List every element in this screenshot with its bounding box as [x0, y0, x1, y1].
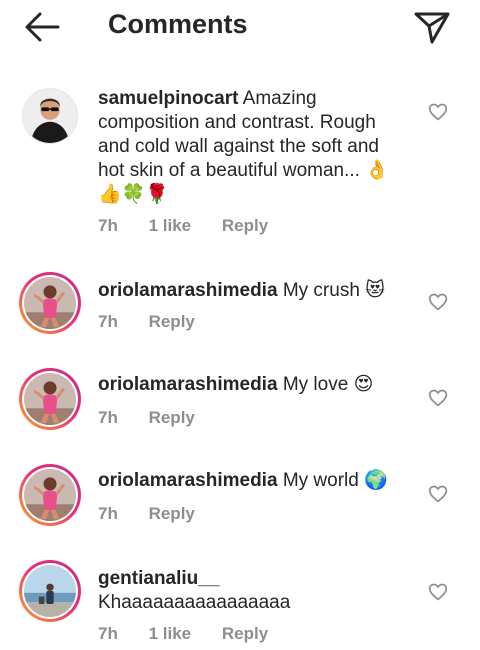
- avatar[interactable]: [22, 88, 78, 144]
- reply-button[interactable]: Reply: [149, 504, 195, 523]
- avatar-ring: [22, 467, 78, 523]
- comment-emoji: 🌍: [364, 470, 388, 491]
- comment-meta: 7h 1 like Reply: [98, 624, 294, 644]
- comment-text: samuelpinocart Amazing composition and c…: [98, 87, 398, 207]
- avatar[interactable]: [19, 464, 81, 526]
- comment-meta: 7h Reply: [98, 312, 221, 332]
- comment-time: 7h: [98, 312, 118, 331]
- comment-body: My world: [282, 470, 359, 491]
- comment-username[interactable]: samuelpinocart: [98, 88, 238, 109]
- avatar[interactable]: [19, 560, 81, 622]
- comment-body: My love: [282, 374, 349, 395]
- comment-text: oriolamarashimedia My love 😍: [98, 373, 398, 397]
- like-heart-icon[interactable]: [428, 388, 448, 408]
- comment-meta: 7h Reply: [98, 408, 221, 428]
- avatar-image: [24, 565, 76, 617]
- reply-button[interactable]: Reply: [149, 312, 195, 331]
- avatar-ring: [22, 275, 78, 331]
- comment-emoji: 😻: [365, 280, 385, 301]
- header-bar: Comments: [0, 0, 480, 56]
- comment-username[interactable]: gentianaliu__: [98, 568, 219, 589]
- avatar[interactable]: [19, 272, 81, 334]
- comment-meta: 7h 1 like Reply: [98, 216, 294, 236]
- comment-emoji: 😍: [353, 374, 374, 395]
- like-heart-icon[interactable]: [428, 582, 448, 602]
- comment-time: 7h: [98, 216, 118, 235]
- avatar-ring: [22, 563, 78, 619]
- avatar[interactable]: [19, 368, 81, 430]
- comment-likes[interactable]: 1 like: [149, 216, 192, 235]
- like-heart-icon[interactable]: [428, 102, 448, 122]
- reply-button[interactable]: Reply: [222, 624, 268, 643]
- avatar-ring: [22, 371, 78, 427]
- comment-username[interactable]: oriolamarashimedia: [98, 470, 278, 491]
- comment-time: 7h: [98, 408, 118, 427]
- comment-text: gentianaliu__ Khaaaaaaaaaaaaaaaa: [98, 567, 398, 615]
- comment-body: My crush: [282, 280, 360, 301]
- comment-body: Khaaaaaaaaaaaaaaaa: [98, 592, 291, 613]
- reply-button[interactable]: Reply: [222, 216, 268, 235]
- page-title: Comments: [108, 9, 248, 39]
- comment-username[interactable]: oriolamarashimedia: [98, 280, 278, 301]
- avatar-image: [23, 89, 77, 143]
- avatar-image: [24, 373, 76, 425]
- comment-text: oriolamarashimedia My world 🌍: [98, 469, 398, 493]
- back-arrow-icon[interactable]: [22, 10, 62, 44]
- comment-time: 7h: [98, 504, 118, 523]
- like-heart-icon[interactable]: [428, 484, 448, 504]
- like-heart-icon[interactable]: [428, 292, 448, 312]
- avatar-image: [24, 277, 76, 329]
- comment-likes[interactable]: 1 like: [149, 624, 192, 643]
- send-icon[interactable]: [412, 8, 452, 46]
- comment-username[interactable]: oriolamarashimedia: [98, 374, 278, 395]
- comment-text: oriolamarashimedia My crush 😻: [98, 279, 398, 303]
- reply-button[interactable]: Reply: [149, 408, 195, 427]
- avatar-image: [24, 469, 76, 521]
- comment-time: 7h: [98, 624, 118, 643]
- comment-meta: 7h Reply: [98, 504, 221, 524]
